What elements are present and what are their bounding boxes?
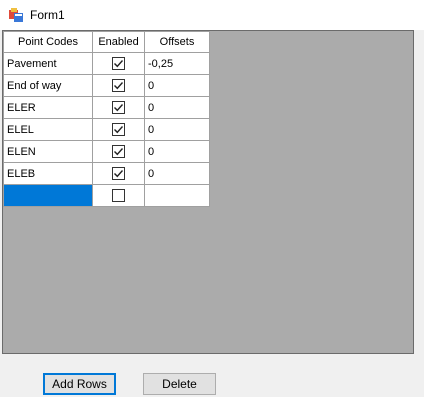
enabled-checkbox[interactable] [112,123,125,136]
point-code-cell[interactable]: ELEN [3,140,93,163]
checkmark-icon [114,60,124,68]
table-row: ELEN 0 [3,140,210,163]
enabled-cell [92,140,145,163]
enabled-checkbox[interactable] [112,189,125,202]
enabled-checkbox[interactable] [112,101,125,114]
enabled-cell [92,52,145,75]
add-rows-button[interactable]: Add Rows [43,373,116,395]
enabled-cell [92,162,145,185]
enabled-cell [92,184,145,207]
table-row: End of way 0 [3,74,210,97]
point-code-cell[interactable]: ELEL [3,118,93,141]
enabled-cell [92,118,145,141]
title-bar[interactable]: Form1 [0,0,424,30]
point-code-cell[interactable]: Pavement [3,52,93,75]
header-point-codes[interactable]: Point Codes [3,31,93,53]
offset-cell[interactable]: 0 [144,162,210,185]
table-row: ELEL 0 [3,118,210,141]
checkmark-icon [114,148,124,156]
form-app-icon [9,8,23,22]
offset-cell[interactable]: 0 [144,74,210,97]
checkmark-icon [114,126,124,134]
offset-cell[interactable] [144,184,210,207]
enabled-checkbox[interactable] [112,167,125,180]
table-row: ELER 0 [3,96,210,119]
delete-button[interactable]: Delete [143,373,216,395]
table-row [3,184,210,207]
window-title: Form1 [30,8,65,22]
offset-cell[interactable]: 0 [144,140,210,163]
point-code-cell[interactable]: ELER [3,96,93,119]
enabled-cell [92,74,145,97]
offset-cell[interactable]: 0 [144,96,210,119]
enabled-checkbox[interactable] [112,79,125,92]
data-grid-table: Point Codes Enabled Offsets Pavement -0,2… [3,31,210,207]
checkmark-icon [114,82,124,90]
data-grid[interactable]: Point Codes Enabled Offsets Pavement -0,2… [2,30,414,354]
enabled-cell [92,96,145,119]
offset-cell[interactable]: 0 [144,118,210,141]
header-offsets[interactable]: Offsets [144,31,210,53]
header-row: Point Codes Enabled Offsets [3,31,210,53]
checkmark-icon [114,170,124,178]
point-code-cell[interactable] [3,184,93,207]
checkmark-icon [114,104,124,112]
table-row: Pavement -0,25 [3,52,210,75]
header-enabled[interactable]: Enabled [92,31,145,53]
point-code-cell[interactable]: End of way [3,74,93,97]
table-row: ELEB 0 [3,162,210,185]
point-code-cell[interactable]: ELEB [3,162,93,185]
enabled-checkbox[interactable] [112,57,125,70]
offset-cell[interactable]: -0,25 [144,52,210,75]
enabled-checkbox[interactable] [112,145,125,158]
